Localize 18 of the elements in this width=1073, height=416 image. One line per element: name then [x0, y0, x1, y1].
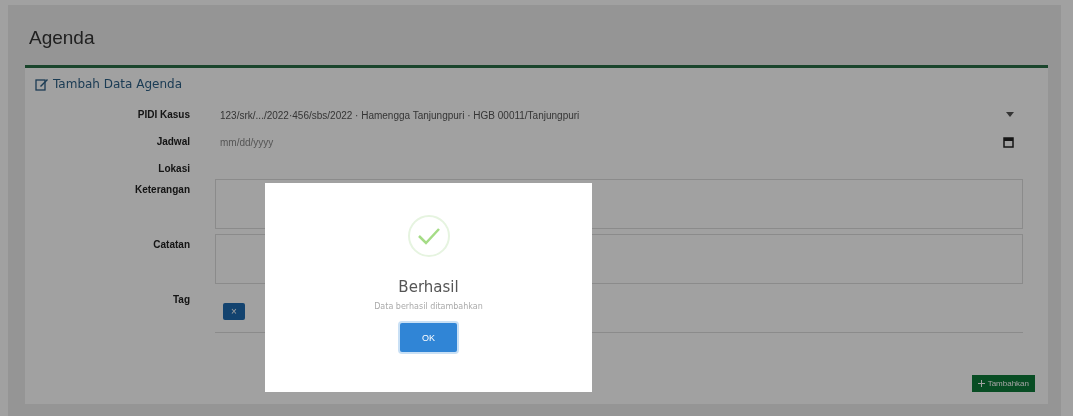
ok-button[interactable]: OK — [400, 323, 457, 352]
checkmark-icon — [406, 214, 451, 258]
field-label: Catatan — [152, 238, 190, 250]
tag-chip[interactable]: × — [223, 303, 245, 320]
field-label: Lokasi — [157, 162, 190, 174]
field-label: Tag — [171, 293, 190, 305]
calendar-icon — [1003, 136, 1014, 148]
card-title: Tambah Data Agenda — [53, 77, 183, 91]
dialog-message: Data berhasil ditambahkan — [374, 302, 483, 311]
edit-icon — [35, 77, 49, 91]
page-title: Agenda — [28, 26, 96, 50]
field-label: Jadwal — [155, 135, 190, 147]
caret-icon — [1006, 112, 1014, 118]
field-label: Keterangan — [134, 183, 190, 195]
dialog-title: Berhasil — [398, 278, 459, 296]
plus-icon — [977, 380, 985, 387]
field-label: PIDI Kasus — [136, 108, 190, 120]
add-button[interactable]: Tambahkan — [971, 375, 1035, 392]
